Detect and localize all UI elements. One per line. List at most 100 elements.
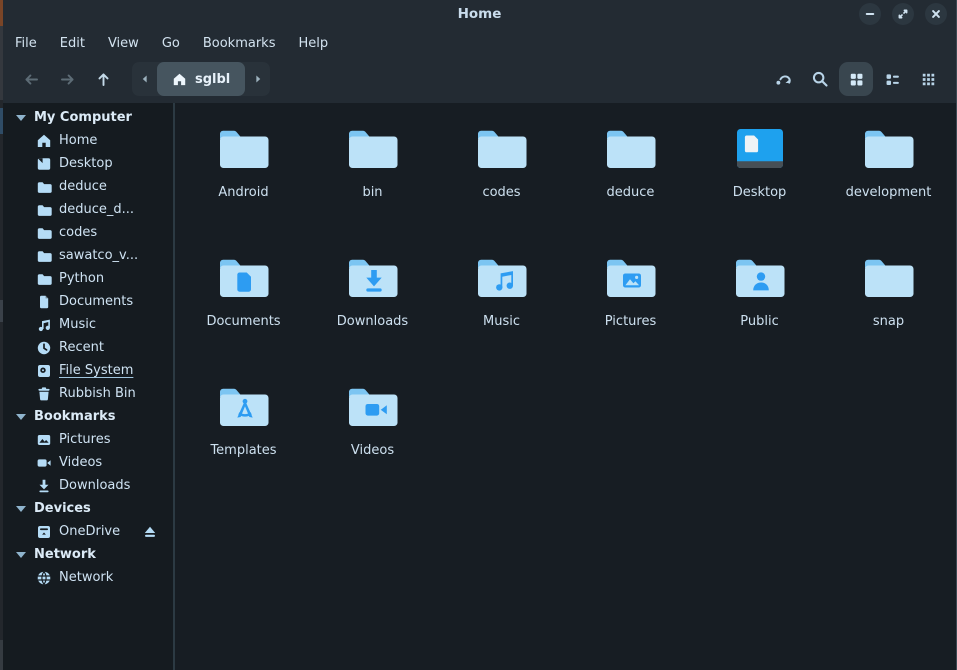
section-header-label: Network	[34, 547, 96, 562]
menu-file[interactable]: File	[15, 36, 37, 51]
sidebar-item-desktop[interactable]: Desktop	[3, 152, 173, 175]
path-scroll-right-button[interactable]	[245, 62, 270, 96]
sidebar-item-label: Documents	[59, 294, 133, 309]
file-item-android[interactable]: Android	[179, 125, 308, 254]
sidebar-item-downloads[interactable]: Downloads	[3, 474, 173, 497]
file-item-templates[interactable]: Templates	[179, 383, 308, 512]
eject-button[interactable]	[142, 524, 158, 540]
sidebar-section-network[interactable]: Network	[3, 543, 173, 566]
menu-go[interactable]: Go	[162, 36, 180, 51]
folder-downloads-icon	[344, 254, 402, 302]
sidebar-item-videos[interactable]: Videos	[3, 451, 173, 474]
section-header-label: My Computer	[34, 110, 132, 125]
file-item-public[interactable]: Public	[695, 254, 824, 383]
folder-documents-icon	[215, 254, 273, 302]
file-item-desktop[interactable]: Desktop	[695, 125, 824, 254]
sidebar-item-label: Python	[59, 271, 104, 286]
sidebar-item-home[interactable]: Home	[3, 129, 173, 152]
menubar: File Edit View Go Bookmarks Help	[3, 28, 956, 58]
file-item-videos[interactable]: Videos	[308, 383, 437, 512]
menu-bookmarks[interactable]: Bookmarks	[203, 36, 276, 51]
sidebar-item-rubbish-bin[interactable]: Rubbish Bin	[3, 382, 173, 405]
sidebar-section-my-computer[interactable]: My Computer	[3, 106, 173, 129]
sidebar-item-onedrive[interactable]: OneDrive	[3, 520, 173, 543]
menu-help[interactable]: Help	[298, 36, 328, 51]
file-item-label: deduce	[607, 185, 655, 200]
list-view-button[interactable]	[875, 62, 909, 96]
grid-view-button[interactable]	[911, 62, 945, 96]
file-item-bin[interactable]: bin	[308, 125, 437, 254]
forward-button[interactable]	[52, 64, 82, 94]
icon-view-button[interactable]	[839, 62, 873, 96]
search-button[interactable]	[803, 62, 837, 96]
desktop-icon	[36, 156, 52, 172]
folder-icon	[860, 254, 918, 302]
path-segment-home[interactable]: sglbl	[157, 62, 245, 96]
file-item-downloads[interactable]: Downloads	[308, 254, 437, 383]
sidebar-item-deduce[interactable]: deduce	[3, 175, 173, 198]
video-icon	[36, 455, 52, 471]
file-item-label: snap	[873, 314, 904, 329]
file-item-development[interactable]: development	[824, 125, 953, 254]
minimize-icon	[862, 6, 878, 22]
jump-to-button[interactable]	[767, 62, 801, 96]
sidebar-item-label: Rubbish Bin	[59, 386, 136, 401]
sidebar-item-deduce-d[interactable]: deduce_d...	[3, 198, 173, 221]
minimize-button[interactable]	[859, 3, 881, 25]
menu-view[interactable]: View	[108, 36, 139, 51]
collapse-arrow-icon	[16, 115, 26, 121]
chevron-right-icon	[252, 73, 264, 85]
forward-arrow-icon	[59, 71, 76, 88]
sidebar-item-recent[interactable]: Recent	[3, 336, 173, 359]
file-item-label: Pictures	[605, 314, 656, 329]
image-icon	[36, 432, 52, 448]
strip-fragment	[0, 108, 3, 134]
sidebar-item-network[interactable]: Network	[3, 566, 173, 589]
file-item-label: Public	[740, 314, 778, 329]
sidebar-item-codes[interactable]: codes	[3, 221, 173, 244]
folder-icon	[473, 125, 531, 173]
file-item-label: Documents	[206, 314, 280, 329]
back-button[interactable]	[16, 64, 46, 94]
folder-templates-icon	[215, 383, 273, 431]
sidebar-item-sawatco-v[interactable]: sawatco_v...	[3, 244, 173, 267]
file-item-snap[interactable]: snap	[824, 254, 953, 383]
collapse-arrow-icon	[16, 552, 26, 558]
maximize-button[interactable]	[892, 3, 914, 25]
sidebar-section-devices[interactable]: Devices	[3, 497, 173, 520]
sidebar-section-bookmarks[interactable]: Bookmarks	[3, 405, 173, 428]
sidebar-item-python[interactable]: Python	[3, 267, 173, 290]
sidebar-item-label: Pictures	[59, 432, 110, 447]
jump-icon	[775, 70, 793, 88]
file-item-codes[interactable]: codes	[437, 125, 566, 254]
menu-edit[interactable]: Edit	[60, 36, 85, 51]
sidebar-item-file-system[interactable]: File System	[3, 359, 173, 382]
folder-icon	[602, 125, 660, 173]
file-item-label: bin	[362, 185, 382, 200]
close-button[interactable]	[925, 3, 947, 25]
path-bar: sglbl	[132, 62, 270, 96]
sidebar-item-label: Network	[59, 570, 113, 585]
sidebar-item-music[interactable]: Music	[3, 313, 173, 336]
home-icon	[172, 72, 187, 87]
path-scroll-left-button[interactable]	[132, 62, 157, 96]
toolbar-right-group	[767, 62, 945, 96]
folder-videos-icon	[344, 383, 402, 431]
sidebar-item-documents[interactable]: Documents	[3, 290, 173, 313]
file-item-documents[interactable]: Documents	[179, 254, 308, 383]
window-title: Home	[3, 6, 956, 22]
file-item-pictures[interactable]: Pictures	[566, 254, 695, 383]
trash-icon	[36, 386, 52, 402]
file-item-music[interactable]: Music	[437, 254, 566, 383]
sidebar-item-pictures[interactable]: Pictures	[3, 428, 173, 451]
up-button[interactable]	[88, 64, 118, 94]
folder-music-icon	[473, 254, 531, 302]
folder-icon	[860, 125, 918, 173]
chevron-left-icon	[139, 73, 151, 85]
search-icon	[811, 70, 829, 88]
close-icon	[928, 6, 944, 22]
file-item-deduce[interactable]: deduce	[566, 125, 695, 254]
collapse-arrow-icon	[16, 506, 26, 512]
folder-icon	[36, 179, 52, 195]
toolbar: sglbl	[3, 58, 956, 103]
